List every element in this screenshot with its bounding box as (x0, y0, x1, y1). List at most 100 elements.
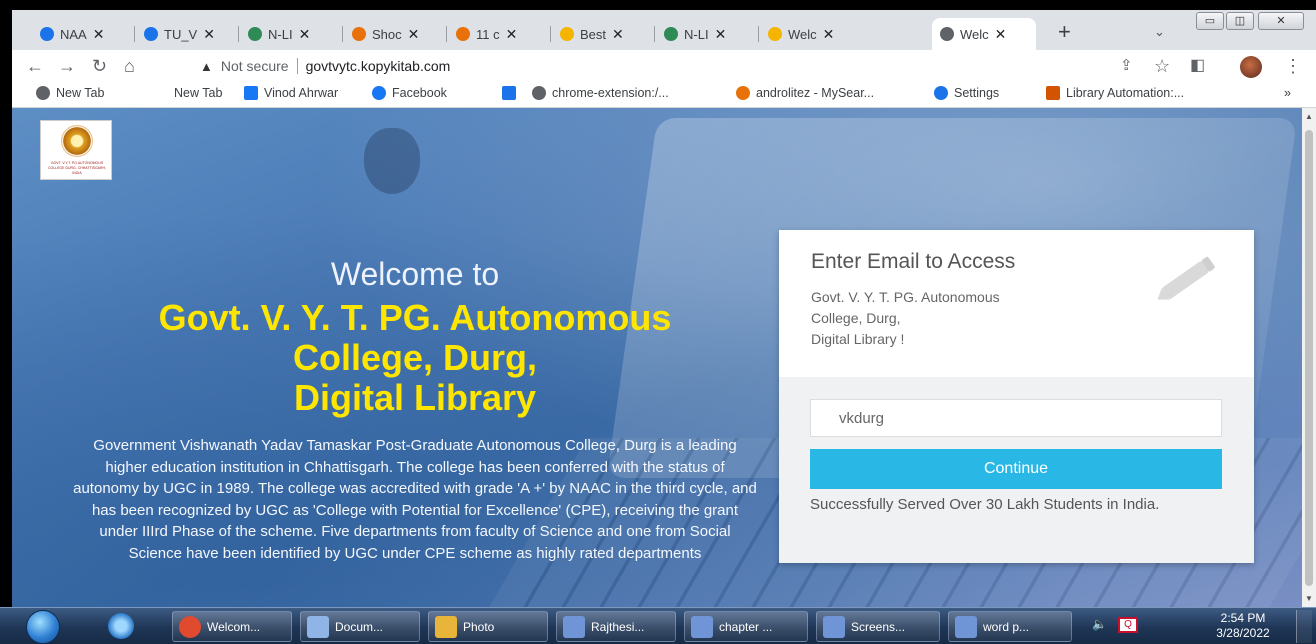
address-bar[interactable]: ▲ Not secure govtvytc.kopykitab.com (200, 53, 1170, 79)
bookmark-facebook[interactable]: Facebook (372, 86, 447, 100)
taskbar-chapter[interactable]: chapter ... (684, 611, 808, 642)
side-panel-icon[interactable]: ◧ (1190, 55, 1205, 77)
facebook-icon (244, 86, 258, 100)
logo-caption: GOVT. V.Y.T. PG AUTONOMOUS COLLEGE DURG,… (47, 161, 107, 175)
library-icon (1046, 86, 1060, 100)
menu-dots-icon[interactable]: ⋮ (1284, 55, 1302, 77)
tab-3[interactable]: Shoc ✕ (344, 18, 447, 50)
back-arrow-icon[interactable]: ← (26, 55, 44, 77)
close-window-button[interactable]: ✕ (1258, 12, 1304, 30)
apple-logo-icon (364, 128, 420, 194)
bookmark-label: Settings (954, 86, 1000, 100)
tab-close-icon[interactable]: ✕ (995, 26, 1007, 43)
taskbar-screenshots[interactable]: Screens... (816, 611, 940, 642)
url-text: govtvytc.kopykitab.com (305, 58, 451, 74)
search-tray-icon[interactable]: Q (1118, 617, 1138, 633)
continue-button[interactable]: Continue (810, 449, 1222, 489)
tab-close-icon[interactable]: ✕ (612, 26, 624, 43)
bookmark-new-tab-2[interactable]: New Tab (174, 86, 222, 100)
bookmark-new-tab-1[interactable]: New Tab (36, 86, 104, 100)
email-input[interactable] (810, 399, 1222, 437)
page-viewport: GOVT. V.Y.T. PG AUTONOMOUS COLLEGE DURG,… (12, 108, 1302, 607)
bookmark-settings[interactable]: Settings (934, 86, 999, 100)
word-icon (955, 615, 977, 638)
scroll-down-arrow-icon[interactable]: ▼ (1305, 594, 1313, 603)
tab-6[interactable]: N-LI ✕ (656, 18, 759, 50)
bookmark-androlitez[interactable]: androlitez - MySear... (736, 86, 874, 100)
tab-close-icon[interactable]: ✕ (715, 26, 727, 43)
folder-icon (435, 615, 457, 638)
tab-7[interactable]: Welc ✕ (760, 18, 862, 50)
tab-favicon-icon (768, 27, 782, 41)
taskbar-rajthesis[interactable]: Rajthesi... (556, 611, 676, 642)
forward-arrow-icon[interactable]: → (58, 55, 76, 77)
access-card-subtitle: Govt. V. Y. T. PG. Autonomous College, D… (811, 289, 1000, 347)
minimize-button[interactable]: ▭ (1196, 12, 1224, 30)
word-icon (691, 615, 713, 638)
page-scrollbar[interactable]: ▲ ▼ (1302, 108, 1316, 607)
tab-2[interactable]: N-LI ✕ (240, 18, 343, 50)
tab-favicon-icon (248, 27, 262, 41)
access-card-header: Enter Email to Access Govt. V. Y. T. PG.… (779, 230, 1254, 377)
tab-close-icon[interactable]: ✕ (823, 26, 835, 43)
tab-4[interactable]: 11 c ✕ (448, 18, 551, 50)
maximize-button[interactable]: ◫ (1226, 12, 1254, 30)
taskbar-photo[interactable]: Photo (428, 611, 548, 642)
taskbar-label: Welcom... (207, 619, 261, 634)
volume-icon[interactable]: 🔈 (1092, 617, 1107, 631)
taskbar-documents[interactable]: Docum... (300, 611, 420, 642)
search-icon (502, 86, 516, 100)
system-clock[interactable]: 2:54 PM 3/28/2022 (1208, 611, 1278, 641)
tab-close-icon[interactable]: ✕ (299, 26, 311, 43)
tab-5[interactable]: Best ✕ (552, 18, 655, 50)
bookmark-vinod[interactable]: Vinod Ahrwar (244, 86, 338, 100)
chrome-icon (179, 615, 201, 638)
reload-icon[interactable]: ↻ (92, 55, 107, 77)
tab-1[interactable]: TU_V ✕ (136, 18, 239, 50)
scrollbar-thumb[interactable] (1305, 130, 1313, 586)
profile-avatar[interactable] (1240, 56, 1262, 78)
bookmark-label: Library Automation:... (1066, 86, 1185, 100)
tab-close-icon[interactable]: ✕ (203, 26, 215, 43)
word-icon (823, 615, 845, 638)
security-label: Not secure (220, 58, 289, 74)
tab-active[interactable]: Welc ✕ (932, 18, 1036, 50)
bookmark-label: chrome-extension:/... (552, 86, 669, 100)
internet-explorer-icon[interactable] (108, 613, 134, 639)
bookmark-label: Facebook (392, 86, 447, 100)
tab-close-icon[interactable]: ✕ (408, 26, 420, 43)
page-heading: Govt. V. Y. T. PG. Autonomous College, D… (72, 298, 758, 418)
start-button[interactable] (26, 610, 60, 644)
scroll-up-arrow-icon[interactable]: ▲ (1305, 112, 1313, 121)
tab-strip: NAA ✕ TU_V ✕ N-LI ✕ Shoc ✕ 11 c ✕ Best ✕ (12, 10, 1316, 50)
show-desktop-button[interactable] (1296, 610, 1312, 643)
access-card: Enter Email to Access Govt. V. Y. T. PG.… (779, 230, 1254, 563)
windows-taskbar: Welcom... Docum... Photo Rajthesi... cha… (0, 607, 1316, 644)
bookmark-library-automation[interactable]: Library Automation:... (1046, 86, 1184, 100)
bookmark-label: New Tab (56, 86, 105, 100)
share-icon[interactable]: ⇪ (1120, 55, 1133, 77)
bookmark-chrome-extension[interactable]: chrome-extension:/... (532, 86, 669, 100)
tab-label: Shoc (372, 26, 402, 42)
bookmark-star-icon[interactable]: ☆ (1154, 55, 1170, 77)
tab-close-icon[interactable]: ✕ (506, 26, 518, 43)
heading-line: Govt. V. Y. T. PG. Autonomous (158, 297, 672, 338)
taskbar-chrome[interactable]: Welcom... (172, 611, 292, 642)
home-icon[interactable]: ⌂ (124, 55, 135, 77)
tab-close-icon[interactable]: ✕ (93, 26, 105, 43)
taskbar-word[interactable]: word p... (948, 611, 1072, 642)
access-card-title: Enter Email to Access (811, 250, 1016, 273)
college-logo[interactable]: GOVT. V.Y.T. PG AUTONOMOUS COLLEGE DURG,… (40, 120, 112, 180)
tab-favicon-icon (40, 27, 54, 41)
tab-favicon-icon (144, 27, 158, 41)
bookmark-search[interactable] (502, 86, 516, 100)
taskbar-label: chapter ... (719, 619, 773, 634)
college-description: Government Vishwanath Yadav Tamaskar Pos… (73, 437, 757, 562)
tab-search-chevron-icon[interactable]: ⌄ (1154, 24, 1165, 40)
bookmarks-overflow-button[interactable]: » (1284, 86, 1291, 100)
new-tab-button[interactable]: + (1058, 21, 1071, 43)
facebook-icon (372, 86, 386, 100)
heading-line: College, Durg, (292, 337, 538, 378)
bookmark-label: New Tab (174, 86, 223, 100)
tab-0[interactable]: NAA ✕ (32, 18, 135, 50)
